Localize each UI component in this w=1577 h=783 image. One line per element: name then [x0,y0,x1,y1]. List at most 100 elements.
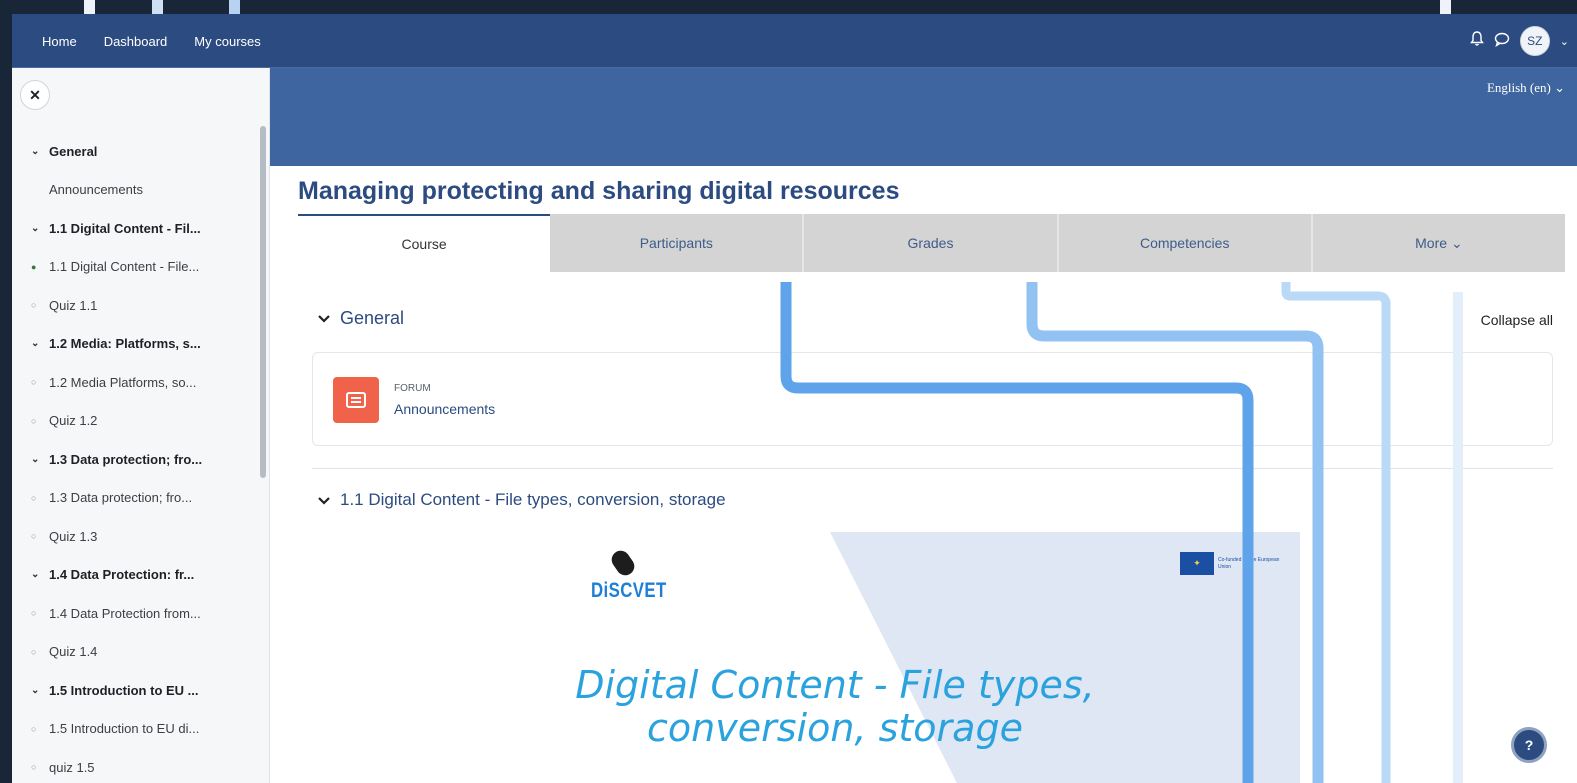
screen: Home Dashboard My courses SZ ⌄ ✕ ⌄ Gener… [0,0,1577,783]
sidebar-item-label: 1.4 Data Protection: fr... [49,567,195,583]
language-label: English (en) [1486,80,1551,95]
sidebar-item-label: 1.3 Data protection; fro... [49,451,203,467]
nav-my-courses-link[interactable]: My courses [194,34,260,49]
eu-funding-text: Co-funded by the European Union [1218,556,1280,570]
completion-circle-icon: ○ [31,415,37,426]
sidebar-item-label: 1.2 Media Platforms, so... [49,374,197,390]
collapse-all-link[interactable]: Collapse all [1481,312,1553,328]
nav-home-link[interactable]: Home [42,34,77,49]
tab-competencies[interactable]: Competencies [1058,214,1313,272]
mouse-icon [608,547,638,579]
completion-circle-icon: ○ [31,492,37,503]
forum-icon [333,377,379,423]
sidebar-section-item[interactable]: ⌄ 1.1 Digital Content - Fil... [12,209,262,248]
sidebar-activity-item[interactable]: ○ quiz 1.5 [12,748,262,783]
decor-bar [1440,0,1451,14]
browser-page: Home Dashboard My courses SZ ⌄ ✕ ⌄ Gener… [12,14,1577,783]
section-banner-image: DiSCVET ✦ Co-funded by the European Unio… [370,532,1300,783]
help-label: ? [1524,737,1534,753]
sidebar-activity-item[interactable]: ○ 1.2 Media Platforms, so... [12,363,262,402]
sidebar-item-label: 1.4 Data Protection from... [49,605,201,621]
decor-bar [84,0,95,14]
section-general-header[interactable]: General [318,308,404,329]
course-index-drawer: ✕ ⌄ General Announcements ⌄ 1.1 Digital Cont… [12,68,270,783]
chevron-down-icon: ⌄ [31,145,40,157]
completion-circle-icon: ○ [31,723,37,734]
course-tabs: Course Participants Grades Competencies … [298,214,1566,272]
sidebar-item-label: Quiz 1.4 [49,644,98,660]
eu-funding-badge: ✦ Co-funded by the European Union [1180,552,1293,575]
sidebar-section-item[interactable]: ⌄ General [12,132,262,171]
sidebar-item-label: 1.2 Media: Platforms, s... [49,336,201,352]
primary-navigation: Home Dashboard My courses [42,14,261,68]
sidebar-section-item[interactable]: ⌄ 1.2 Media: Platforms, s... [12,325,262,364]
language-selector[interactable]: English (en) ⌄ [1487,80,1565,96]
sidebar-activity-item[interactable]: ○ Quiz 1.2 [12,402,262,441]
help-button[interactable]: ? [1511,727,1547,763]
chat-bubble-icon[interactable] [1494,32,1510,51]
sidebar-item-label: Quiz 1.2 [49,413,98,429]
tab-grades[interactable]: Grades [804,214,1059,272]
tab-course[interactable]: Course [298,214,551,272]
sidebar-activity-item[interactable]: ○ Quiz 1.1 [12,286,262,325]
decor-bar [152,0,163,14]
logo-text: DiSCVET [591,579,667,602]
top-navbar: Home Dashboard My courses SZ ⌄ [12,14,1577,68]
sidebar-section-item[interactable]: ⌄ 1.3 Data protection; fro... [12,440,262,479]
chevron-down-icon [318,311,330,326]
sidebar-activity-item[interactable]: ● 1.1 Digital Content - File... [12,248,262,287]
tab-participants[interactable]: Participants [550,214,805,272]
forum-announcements-link[interactable]: Announcements [394,401,495,417]
completion-circle-icon: ○ [31,300,37,311]
completion-circle-icon: ○ [31,531,37,542]
activity-type-label: FORUM [394,383,431,394]
completion-circle-icon: ○ [31,377,37,388]
completion-circle-icon: ○ [31,608,37,619]
close-drawer-button[interactable]: ✕ [20,80,50,110]
completion-dot-icon: ● [31,261,37,272]
sidebar-item-label: 1.3 Data protection; fro... [49,490,193,506]
nav-dashboard-link[interactable]: Dashboard [104,34,168,49]
section-1-1-title: 1.1 Digital Content - File types, conver… [340,490,726,509]
page-header-banner: English (en) ⌄ [270,68,1577,166]
tab-more[interactable]: More ⌄ [1312,214,1566,272]
tab-more-label: More [1415,235,1448,251]
sidebar-activity-item[interactable]: ○ 1.3 Data protection; fro... [12,479,262,518]
banner-title-line1: Digital Content - File types, [575,663,1095,707]
sidebar-activity-item[interactable]: ○ 1.4 Data Protection from... [12,594,262,633]
chevron-down-icon: ⌄ [1450,234,1463,251]
avatar[interactable]: SZ [1519,26,1550,56]
sidebar-section-item[interactable]: ⌄ 1.5 Introduction to EU ... [12,671,262,710]
completion-circle-icon: ○ [31,762,37,773]
sidebar-item-label: Quiz 1.3 [49,528,98,544]
banner-title-line2: conversion, storage [647,706,1023,750]
sidebar-activity-item[interactable]: ○ Quiz 1.4 [12,633,262,672]
sidebar-item-label: 1.1 Digital Content - Fil... [49,220,201,236]
sidebar-activity-item[interactable]: Announcements [12,171,262,210]
chevron-down-icon: ⌄ [31,338,40,350]
sidebar-item-label: 1.1 Digital Content - File... [49,259,200,275]
section-1-1-header[interactable]: 1.1 Digital Content - File types, conver… [318,490,726,510]
chevron-down-icon [318,493,330,508]
completion-circle-icon: ○ [31,646,37,657]
discvet-logo: DiSCVET [583,547,667,603]
close-icon: ✕ [29,86,41,103]
user-menu-area: SZ ⌄ [1469,14,1569,68]
forum-activity-card: FORUM Announcements [312,352,1553,446]
chevron-down-icon: ⌄ [31,222,40,234]
chevron-down-icon[interactable]: ⌄ [1560,35,1569,48]
sidebar-item-label: quiz 1.5 [49,759,95,775]
bell-icon[interactable] [1469,31,1484,51]
course-index-list: ⌄ General Announcements ⌄ 1.1 Digital Conten… [12,132,262,783]
page-title: Managing protecting and sharing digital … [298,177,900,205]
chevron-down-icon: ⌄ [31,453,40,465]
chevron-down-icon: ⌄ [31,569,40,581]
chevron-down-icon: ⌄ [31,684,40,696]
sidebar-item-label: 1.5 Introduction to EU di... [49,721,200,737]
sidebar-item-label: Quiz 1.1 [49,297,98,313]
sidebar-activity-item[interactable]: ○ Quiz 1.3 [12,517,262,556]
sidebar-activity-item[interactable]: ○ 1.5 Introduction to EU di... [12,710,262,749]
banner-title: Digital Content - File types, conversion… [370,664,1300,750]
top-decoration [0,0,1577,14]
sidebar-section-item[interactable]: ⌄ 1.4 Data Protection: fr... [12,556,262,595]
